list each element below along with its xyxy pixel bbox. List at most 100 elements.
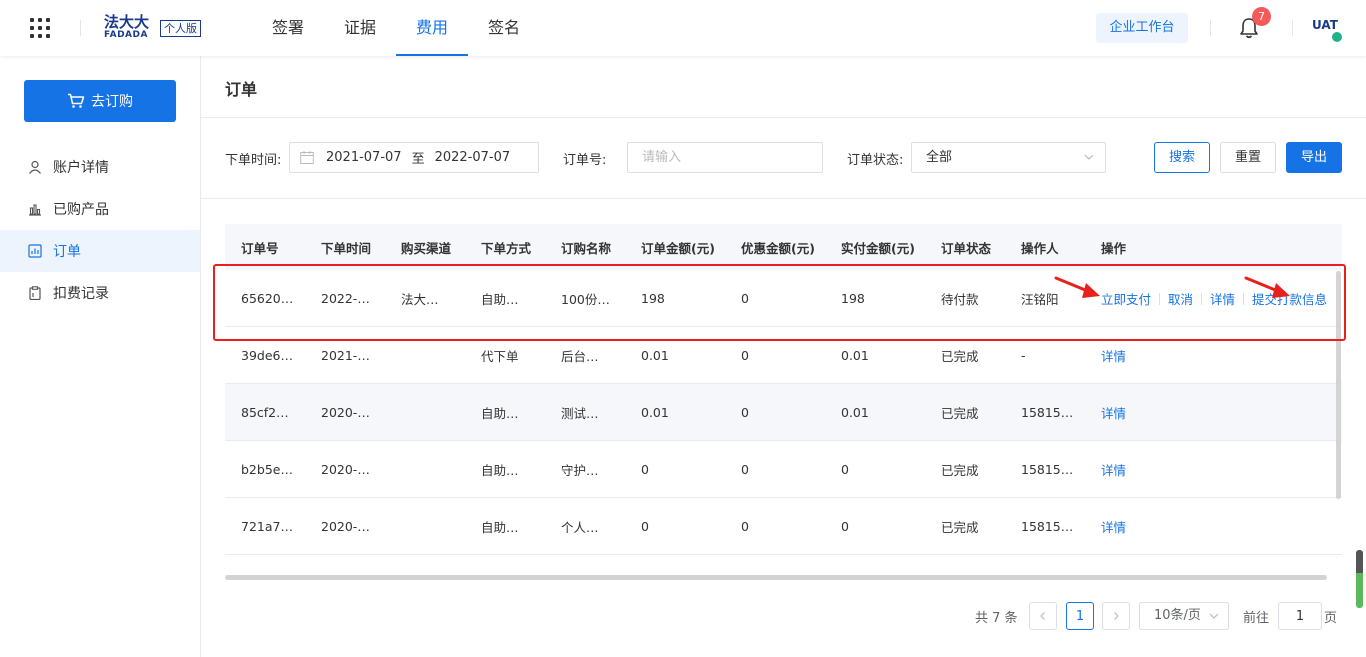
method-cell: 自助… <box>481 291 519 307</box>
table-vertical-scrollbar[interactable] <box>1336 271 1341 499</box>
avatar[interactable]: UAT <box>1312 18 1342 42</box>
logo-cn: 法大大 <box>104 13 150 31</box>
order-status-value: 全部 <box>926 150 953 165</box>
channel-cell: 法大… <box>401 291 439 307</box>
page-number-button[interactable]: 1 <box>1066 602 1094 630</box>
nav-item-billing[interactable]: 费用 <box>396 0 468 56</box>
amount-cell: 198 <box>641 290 665 306</box>
sidebar: 去订购 账户详情 已购产品 订单 扣费记录 <box>0 56 201 657</box>
submit-payment-info-link[interactable]: 提交打款信息 <box>1252 292 1327 307</box>
chevron-right-icon <box>1114 612 1119 620</box>
paid-amount-cell: 0 <box>841 518 849 534</box>
method-cell: 代下单 <box>481 348 519 364</box>
sidebar-item-orders[interactable]: 订单 <box>0 230 200 272</box>
sidebar-item-account[interactable]: 账户详情 <box>0 146 200 188</box>
apps-grid-icon[interactable] <box>30 18 50 38</box>
nav-item-signature[interactable]: 签名 <box>468 0 540 56</box>
discount-cell: 0 <box>741 404 749 420</box>
edition-badge: 个人版 <box>160 20 201 37</box>
enterprise-workspace-button[interactable]: 企业工作台 <box>1096 13 1188 43</box>
table-row: 65620… 2022-… 法大… 自助… 100份… 198 0 198 待付… <box>225 270 1342 327</box>
go-order-button[interactable]: 去订购 <box>24 80 176 122</box>
column-header: 订购名称 <box>561 240 612 256</box>
table-row: 721a7… 2020-… 自助… 个人… 0 0 0 已完成 15815… 详… <box>225 498 1342 555</box>
date-end: 2022-07-07 <box>434 150 511 165</box>
divider <box>1292 20 1293 36</box>
detail-link[interactable]: 详情 <box>1101 349 1126 364</box>
paid-amount-cell: 0 <box>841 461 849 477</box>
paid-amount-cell: 0.01 <box>841 404 869 420</box>
product-name-cell: 守护… <box>561 462 599 478</box>
order-chart-icon <box>26 242 44 260</box>
prev-page-button[interactable] <box>1029 602 1057 630</box>
order-no-input[interactable] <box>627 142 823 173</box>
order-no-label: 订单号: <box>563 153 607 168</box>
table-horizontal-scrollbar[interactable] <box>225 575 1327 580</box>
discount-cell: 0 <box>741 518 749 534</box>
bar-chart-icon <box>26 200 44 218</box>
detail-link[interactable]: 详情 <box>1101 520 1126 535</box>
orders-table: 订单号 下单时间 购买渠道 下单方式 订购名称 订单金额(元) 优惠金额(元) … <box>225 224 1342 555</box>
detail-link[interactable]: 详情 <box>1210 292 1235 307</box>
column-header: 下单方式 <box>481 240 532 256</box>
notification-badge: 7 <box>1252 7 1271 26</box>
table-header: 订单号 下单时间 购买渠道 下单方式 订购名称 订单金额(元) 优惠金额(元) … <box>225 224 1342 270</box>
calendar-icon <box>300 151 314 164</box>
actions-cell: 立即支付 取消 详情 提交打款信息 <box>1085 289 1342 308</box>
amount-cell: 0.01 <box>641 347 669 363</box>
search-button[interactable]: 搜索 <box>1154 142 1210 173</box>
detail-link[interactable]: 详情 <box>1101 463 1126 478</box>
detail-link[interactable]: 详情 <box>1101 406 1126 421</box>
export-button[interactable]: 导出 <box>1286 142 1342 173</box>
nav-item-evidence[interactable]: 证据 <box>324 0 396 56</box>
divider <box>201 117 1366 118</box>
page-unit-label: 页 <box>1324 611 1338 626</box>
logo-en: FADADA <box>104 30 148 40</box>
cancel-link[interactable]: 取消 <box>1168 292 1193 307</box>
reset-button[interactable]: 重置 <box>1220 142 1276 173</box>
sidebar-item-products[interactable]: 已购产品 <box>0 188 200 230</box>
sidebar-item-label: 账户详情 <box>53 160 109 176</box>
method-cell: 自助… <box>481 405 519 421</box>
paid-amount-cell: 198 <box>841 290 865 306</box>
order-status-select[interactable]: 全部 <box>911 142 1106 173</box>
product-name-cell: 个人… <box>561 519 599 535</box>
column-header: 操作人 <box>1021 240 1059 256</box>
column-header: 订单号 <box>241 240 279 256</box>
goto-page-input[interactable] <box>1278 602 1322 630</box>
divider <box>1210 20 1211 36</box>
date-range-picker[interactable]: 2021-07-07 至 2022-07-07 <box>289 142 539 173</box>
main-content: 订单 下单时间: 2021-07-07 至 2022-07-07 订单号: 订单… <box>201 56 1366 657</box>
next-page-button[interactable] <box>1102 602 1130 630</box>
amount-cell: 0 <box>641 461 649 477</box>
logo[interactable]: 法大大 FADADA <box>104 15 156 43</box>
actions-cell: 详情 <box>1085 403 1342 422</box>
order-time-cell: 2020-… <box>321 461 370 477</box>
divider <box>201 198 1366 199</box>
sidebar-item-label: 已购产品 <box>53 202 109 218</box>
operator-cell: 15815… <box>1021 404 1074 420</box>
page-scrollbar[interactable] <box>1356 550 1363 608</box>
table-row: 85cf2… 2020-… 自助… 测试… 0.01 0 0.01 已完成 15… <box>225 384 1342 441</box>
product-name-cell: 测试… <box>561 405 599 421</box>
order-no-cell: 721a7… <box>241 518 293 534</box>
discount-cell: 0 <box>741 461 749 477</box>
order-no-cell: 85cf2… <box>241 404 289 420</box>
sidebar-item-deductions[interactable]: 扣费记录 <box>0 272 200 314</box>
order-time-cell: 2020-… <box>321 404 370 420</box>
page-size-select[interactable]: 10条/页 <box>1139 602 1229 630</box>
status-cell: 已完成 <box>941 348 979 364</box>
nav-item-sign[interactable]: 签署 <box>252 0 324 56</box>
column-header: 下单时间 <box>321 240 372 256</box>
actions-cell: 详情 <box>1085 517 1342 536</box>
status-cell: 待付款 <box>941 291 979 307</box>
operator-cell: 15815… <box>1021 461 1074 477</box>
divider <box>80 20 81 36</box>
amount-cell: 0.01 <box>641 404 669 420</box>
pay-now-link[interactable]: 立即支付 <box>1101 292 1151 307</box>
goto-label: 前往 <box>1243 611 1270 626</box>
actions-cell: 详情 <box>1085 346 1342 365</box>
order-no-cell: b2b5e… <box>241 461 293 477</box>
main-nav: 签署 证据 费用 签名 <box>252 0 540 56</box>
paid-amount-cell: 0.01 <box>841 347 869 363</box>
